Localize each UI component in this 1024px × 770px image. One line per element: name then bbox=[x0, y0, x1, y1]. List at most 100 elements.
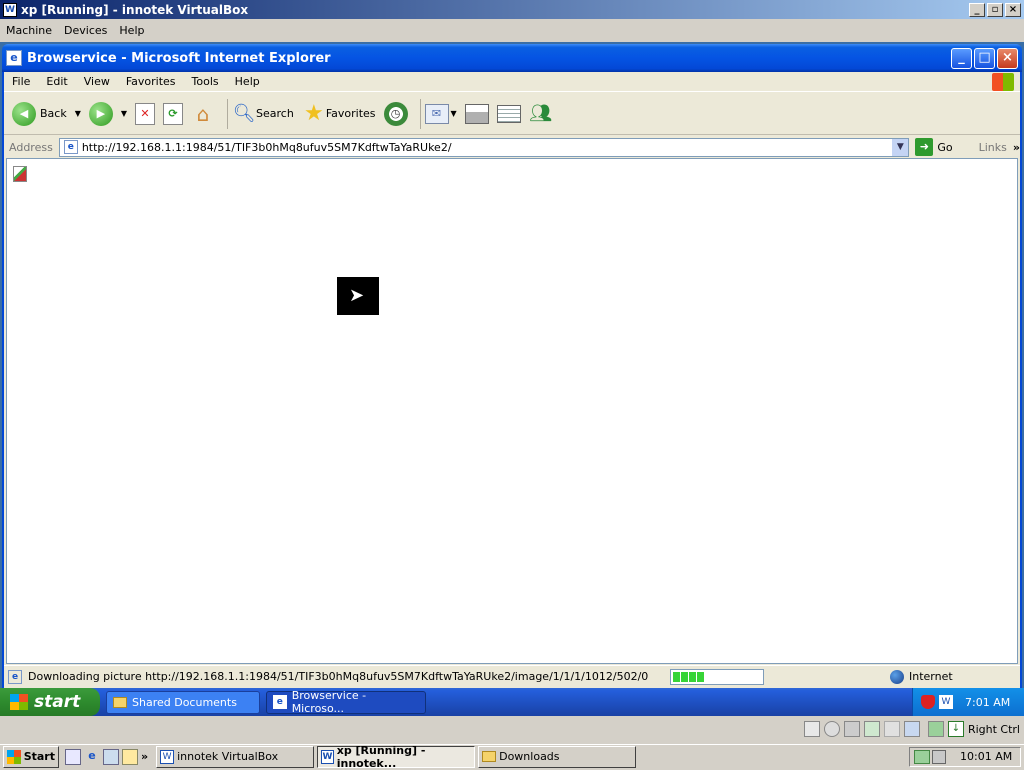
progress-segment bbox=[681, 671, 688, 682]
page-icon: e bbox=[63, 140, 78, 154]
host-menu-bar: Machine Devices Help bbox=[0, 19, 1024, 41]
ie-menu-favorites[interactable]: Favorites bbox=[118, 75, 184, 88]
status-bar: e Downloading picture http://192.168.1.1… bbox=[4, 665, 1020, 687]
back-label: Back bbox=[40, 107, 67, 120]
refresh-icon: ⟳ bbox=[163, 102, 184, 125]
ie-minimize-button[interactable]: _ bbox=[951, 47, 972, 69]
disk-icon[interactable] bbox=[803, 721, 820, 737]
virtualbox-task-icon: W bbox=[321, 749, 334, 764]
back-arrow-icon: ◀ bbox=[12, 101, 36, 126]
speaker-tray-icon[interactable] bbox=[932, 749, 946, 764]
host-restore-button[interactable]: ▫ bbox=[987, 2, 1003, 17]
host-menu-devices[interactable]: Devices bbox=[58, 24, 113, 37]
host-task-label: innotek VirtualBox bbox=[177, 750, 279, 763]
quick-launch-chevron-icon[interactable]: » bbox=[141, 750, 148, 763]
edit-button[interactable] bbox=[496, 104, 521, 123]
go-button[interactable]: ➜ Go bbox=[915, 138, 953, 156]
ie-menu-tools[interactable]: Tools bbox=[184, 75, 227, 88]
xp-taskbar: start Shared Documents e Browservice - M… bbox=[0, 688, 1024, 716]
show-desktop-icon[interactable] bbox=[65, 748, 81, 765]
back-dropdown-icon[interactable]: ▼ bbox=[75, 109, 81, 118]
host-close-button[interactable]: × bbox=[1005, 2, 1021, 17]
host-start-button[interactable]: Start bbox=[3, 745, 59, 768]
network-icon[interactable] bbox=[863, 721, 880, 737]
stop-button[interactable]: ✕ bbox=[135, 102, 156, 125]
forward-dropdown-icon[interactable]: ▼ bbox=[121, 109, 127, 118]
mail-button[interactable]: ✉ ▼ bbox=[424, 103, 457, 124]
cursor-icon: ➤ bbox=[349, 285, 365, 306]
network-tray-icon[interactable] bbox=[914, 749, 930, 764]
progress-segment bbox=[697, 671, 704, 682]
address-url: http://192.168.1.1:1984/51/TIF3b0hMq8ufu… bbox=[81, 140, 452, 154]
folder-icon bbox=[482, 751, 497, 762]
xp-system-tray: W 7:01 AM bbox=[912, 688, 1024, 716]
messenger-button[interactable]: 👥︎ bbox=[529, 103, 553, 125]
ie-toolbar: ◀ Back ▼ ▶ ▼ ✕ ⟳ ⌂ 🔍︎ Search ★ Favorites… bbox=[4, 93, 1020, 135]
vbox-status-icons: ↓ Right Ctrl bbox=[800, 721, 1020, 737]
host-task-virtualbox[interactable]: W innotek VirtualBox bbox=[156, 745, 315, 768]
links-chevron-icon[interactable]: » bbox=[1013, 141, 1020, 154]
ie-title-bar: e Browservice - Microsoft Internet Explo… bbox=[2, 44, 1022, 72]
search-icon: 🔍︎ bbox=[232, 102, 256, 124]
search-launch-icon[interactable] bbox=[122, 748, 138, 765]
mail-icon: ✉ bbox=[424, 103, 449, 124]
windows-logo-icon bbox=[10, 694, 28, 710]
print-button[interactable] bbox=[464, 103, 489, 124]
mouse-integration-icon[interactable] bbox=[927, 721, 944, 737]
host-key-label: Right Ctrl bbox=[967, 722, 1020, 736]
host-task-label: Downloads bbox=[499, 750, 560, 763]
host-minimize-button[interactable]: _ bbox=[969, 2, 985, 17]
quick-launch: e » bbox=[65, 748, 148, 765]
ie-launch-icon[interactable]: e bbox=[84, 749, 100, 765]
keyboard-capture-icon[interactable]: ↓ bbox=[947, 721, 964, 737]
ie-menu-file[interactable]: File bbox=[4, 75, 38, 88]
host-title-bar: W xp [Running] - innotek VirtualBox _ ▫ … bbox=[0, 0, 1024, 19]
home-button[interactable]: ⌂ bbox=[191, 103, 215, 125]
xp-task-browservice[interactable]: e Browservice - Microso... bbox=[266, 689, 426, 715]
loading-image-placeholder: ➤ bbox=[337, 277, 379, 315]
ie-menu-help[interactable]: Help bbox=[227, 75, 268, 88]
xp-task-shared-documents[interactable]: Shared Documents bbox=[106, 690, 260, 714]
host-task-downloads[interactable]: Downloads bbox=[478, 745, 637, 768]
mail-dropdown-icon[interactable]: ▼ bbox=[451, 109, 457, 118]
history-button[interactable]: ◷ bbox=[383, 101, 408, 126]
ie-menu-view[interactable]: View bbox=[76, 75, 118, 88]
host-task-xp-running[interactable]: W xp [Running] - innotek... bbox=[317, 744, 476, 770]
host-menu-machine[interactable]: Machine bbox=[0, 24, 58, 37]
ie-close-button[interactable]: × bbox=[997, 47, 1018, 69]
host-clock: 10:01 AM bbox=[960, 750, 1013, 763]
links-label[interactable]: Links bbox=[979, 141, 1007, 154]
refresh-button[interactable]: ⟳ bbox=[163, 102, 184, 125]
address-label: Address bbox=[9, 140, 53, 154]
usb-icon[interactable] bbox=[883, 721, 900, 737]
host-bottom-area: ↓ Right Ctrl Start e » W innotek Virtual… bbox=[0, 716, 1024, 770]
xp-start-button[interactable]: start bbox=[0, 688, 100, 716]
search-label: Search bbox=[256, 107, 294, 120]
zone-label: Internet bbox=[909, 670, 953, 683]
status-text: Downloading picture http://192.168.1.1:1… bbox=[28, 670, 648, 683]
xp-clock: 7:01 AM bbox=[965, 695, 1011, 709]
shared-folder-icon[interactable] bbox=[903, 721, 920, 737]
address-input[interactable]: e http://192.168.1.1:1984/51/TIF3b0hMq8u… bbox=[58, 137, 910, 157]
shield-icon[interactable] bbox=[921, 695, 935, 709]
page-viewport[interactable]: ➤ bbox=[6, 158, 1018, 664]
forward-arrow-icon: ▶ bbox=[88, 101, 113, 126]
floppy-icon[interactable] bbox=[843, 721, 860, 737]
host-menu-help[interactable]: Help bbox=[113, 24, 150, 37]
ie-menu-edit[interactable]: Edit bbox=[38, 75, 75, 88]
toolbar-separator bbox=[227, 98, 229, 129]
edit-page-icon bbox=[496, 104, 521, 123]
virtualbox-task-icon: W bbox=[160, 749, 175, 764]
history-icon: ◷ bbox=[383, 101, 408, 126]
back-button[interactable]: ◀ Back ▼ bbox=[12, 101, 81, 126]
search-button[interactable]: 🔍︎ Search bbox=[232, 102, 294, 126]
xp-task-label: Browservice - Microso... bbox=[291, 689, 367, 715]
cd-icon[interactable] bbox=[823, 721, 840, 737]
xp-start-label: start bbox=[34, 692, 81, 712]
network-launch-icon[interactable] bbox=[103, 748, 119, 765]
favorites-button[interactable]: ★ Favorites bbox=[302, 101, 376, 126]
forward-button[interactable]: ▶ ▼ bbox=[88, 101, 127, 126]
virtualbox-tray-icon[interactable]: W bbox=[939, 695, 953, 709]
address-dropdown-icon[interactable]: ▼ bbox=[892, 138, 909, 156]
ie-maximize-button[interactable]: □ bbox=[974, 47, 995, 69]
